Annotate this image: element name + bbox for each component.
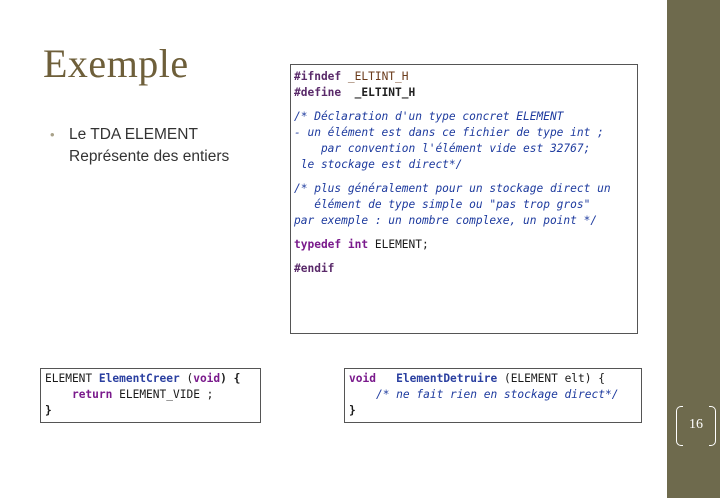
code-line: void ElementDetruire (ELEMENT elt) {	[349, 371, 637, 387]
code-text: ELEMENT_VIDE ;	[112, 388, 214, 401]
keyword: typedef	[294, 238, 342, 251]
code-block-header: #ifndef _ELTINT_H #define _ELTINT_H/* Déc…	[290, 64, 638, 334]
code-comment: le stockage est direct*/	[294, 158, 463, 171]
code-line: #ifndef _ELTINT_H	[294, 69, 634, 85]
bullet-dot-icon: •	[50, 127, 55, 142]
bullet-text: Le TDA ELEMENT Représente des entiers	[69, 126, 230, 165]
keyword: void	[349, 372, 376, 385]
slide-title: Exemple	[43, 41, 189, 86]
right-bracket-icon	[709, 406, 716, 446]
type-name: ELEMENT	[45, 372, 99, 385]
code-line: #define _ELTINT_H	[294, 85, 634, 101]
bullet-item: • Le TDA ELEMENT Représente des entiers	[50, 124, 275, 168]
function-name: ElementDetruire	[396, 372, 498, 385]
type-name: ELEMENT;	[368, 238, 429, 251]
preprocessor-directive: #define	[294, 86, 342, 99]
preprocessor-directive: #ifndef	[294, 70, 342, 83]
punctuation: ) {	[220, 372, 241, 385]
code-comment: /* plus généralement pour un stockage di…	[294, 182, 611, 195]
keyword: void	[193, 372, 221, 385]
code-line: ELEMENT ElementCreer (void) {	[45, 371, 256, 387]
punctuation: }	[45, 404, 52, 417]
code-comment: par convention l'élément vide est 32767;	[294, 142, 591, 155]
punctuation: (	[179, 372, 194, 385]
code-comment: élément de type simple ou "pas trop gros…	[294, 198, 591, 211]
code-line: typedef int ELEMENT;	[294, 237, 634, 253]
code-line: return ELEMENT_VIDE ;	[45, 387, 256, 403]
code-block-element-detruire: void ElementDetruire (ELEMENT elt) { /* …	[344, 368, 642, 423]
macro-name: _ELTINT_H	[341, 70, 409, 83]
punctuation: }	[349, 404, 356, 417]
function-name: ElementCreer	[98, 372, 180, 385]
code-comment: /* Déclaration d'un type concret ELEMENT	[294, 110, 564, 123]
macro-name: _ELTINT_H	[341, 86, 416, 99]
code-comment: - un élément est dans ce fichier de type…	[294, 126, 604, 139]
page-number-badge: 16	[676, 406, 716, 446]
preprocessor-directive: #endif	[294, 262, 335, 275]
code-block-element-creer: ELEMENT ElementCreer (void) { return ELE…	[40, 368, 261, 423]
code-comment: /* ne fait rien en stockage direct*/	[375, 388, 619, 401]
code-line: /* ne fait rien en stockage direct*/	[349, 387, 637, 403]
keyword: return	[71, 388, 113, 401]
keyword: int	[347, 238, 369, 251]
code-comment: par exemple : un nombre complexe, un poi…	[294, 214, 598, 227]
code-text: (ELEMENT elt) {	[497, 372, 605, 385]
